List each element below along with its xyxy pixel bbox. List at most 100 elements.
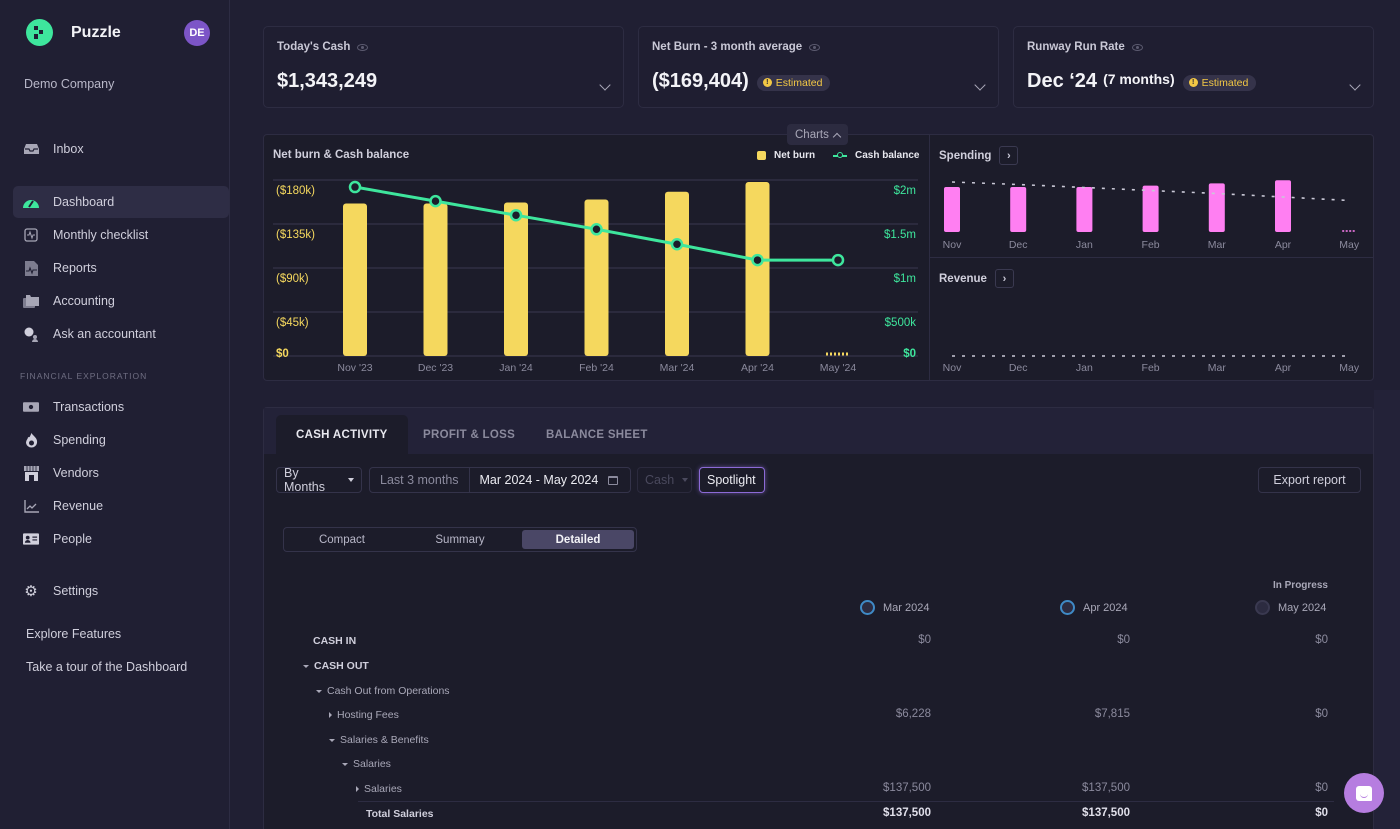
kpi-card-todays-cash[interactable]: Today's Cash $1,343,249 — [263, 26, 624, 108]
cash-balance-point — [831, 253, 845, 267]
net-burn-cash-chart[interactable]: $0 $0 ($45k) $500k ($90k) $1m ($135k) $1.5m ($18… — [263, 170, 929, 380]
revenue-chart-title: Revenue › — [939, 269, 1014, 288]
table-cell[interactable]: $137,500 — [811, 807, 931, 819]
column-header-apr[interactable]: Apr 2024 — [1060, 600, 1128, 615]
x-axis-tick: Apr — [1275, 239, 1292, 251]
tab-cash-activity[interactable]: CASH ACTIVITY — [276, 415, 408, 454]
chevron-down-icon[interactable] — [1349, 79, 1361, 91]
column-header-mar[interactable]: Mar 2024 — [860, 600, 929, 615]
table-cell[interactable]: $0 — [1010, 634, 1130, 646]
export-report-button[interactable]: Export report — [1258, 467, 1361, 493]
charts-toggle-button[interactable]: Charts — [787, 124, 848, 145]
group-by-select[interactable]: By Months — [276, 466, 362, 494]
brand[interactable]: Puzzle — [26, 19, 121, 46]
table-cell[interactable]: $7,815 — [1010, 708, 1130, 720]
range-value[interactable]: Mar 2024 - May 2024 — [470, 473, 599, 487]
table-cell[interactable]: $0 — [1208, 634, 1328, 646]
table-cell[interactable]: $0 — [1208, 782, 1328, 794]
sidebar-item-spending[interactable]: Spending — [13, 424, 229, 456]
net-burn-bar — [665, 191, 689, 356]
row-label[interactable]: Cash Out from Operations — [316, 685, 450, 697]
sidebar-item-settings[interactable]: ⚙ Settings — [13, 575, 229, 607]
caret-down-icon[interactable] — [303, 664, 309, 668]
sidebar-item-label: Ask an accountant — [53, 327, 156, 341]
table-cell[interactable]: $0 — [1208, 708, 1328, 720]
range-preset[interactable]: Last 3 months — [370, 468, 470, 492]
net-burn-bar — [584, 199, 609, 356]
sidebar-item-inbox[interactable]: Inbox — [13, 133, 229, 165]
basis-select[interactable]: Cash — [637, 467, 692, 493]
legend-cash-balance[interactable]: Cash balance — [833, 150, 919, 161]
row-label[interactable]: Salaries & Benefits — [329, 734, 429, 746]
explore-features-link[interactable]: Explore Features — [26, 627, 121, 641]
sidebar-item-dashboard[interactable]: Dashboard — [13, 186, 229, 218]
caret-down-icon[interactable] — [316, 689, 322, 693]
view-compact[interactable]: Compact — [286, 530, 398, 549]
table-cell[interactable]: $137,500 — [1010, 807, 1130, 819]
user-avatar[interactable]: DE — [184, 20, 210, 46]
support-chat-button[interactable] — [1344, 773, 1384, 813]
calendar-icon[interactable] — [608, 475, 619, 485]
left-axis-tick: ($45k) — [276, 317, 309, 329]
legend-net-burn[interactable]: Net burn — [757, 150, 815, 161]
total-divider — [358, 801, 1334, 802]
view-detailed[interactable]: Detailed — [522, 530, 634, 549]
row-label[interactable]: CASH OUT — [303, 660, 369, 672]
sidebar-item-monthly-checklist[interactable]: Monthly checklist — [13, 219, 229, 251]
x-axis-tick: Feb — [1142, 239, 1160, 251]
table-cell[interactable]: $137,500 — [811, 782, 931, 794]
kpi-card-net-burn[interactable]: Net Burn - 3 month average ($169,404) ! E… — [638, 26, 999, 108]
eye-icon[interactable] — [357, 43, 369, 51]
in-progress-label: In Progress — [1272, 580, 1328, 591]
x-axis-tick: Jan — [1076, 239, 1093, 251]
kpi-card-runway[interactable]: Runway Run Rate Dec ‘24 (7 months) ! Esti… — [1013, 26, 1374, 108]
table-cell[interactable]: $137,500 — [1010, 782, 1130, 794]
sidebar-item-ask-accountant[interactable]: Ask an accountant — [13, 318, 229, 350]
caret-right-icon[interactable] — [356, 786, 359, 792]
x-axis-tick: Feb — [1142, 362, 1160, 374]
x-axis-tick: Dec — [1009, 239, 1028, 251]
dashboard-tour-link[interactable]: Take a tour of the Dashboard — [26, 660, 187, 674]
sidebar-item-vendors[interactable]: Vendors — [13, 457, 229, 489]
eye-icon[interactable] — [809, 43, 821, 51]
table-cell[interactable]: $6,228 — [811, 708, 931, 720]
sidebar-item-reports[interactable]: Reports — [13, 252, 229, 284]
spending-bar — [1208, 183, 1225, 232]
right-axis-tick: $1.5m — [884, 229, 916, 241]
sidebar-item-people[interactable]: People — [13, 523, 229, 555]
date-range-picker[interactable]: Last 3 months Mar 2024 - May 2024 — [369, 467, 631, 493]
revenue-chart[interactable]: Nov Dec Jan Feb Mar Apr May — [930, 290, 1373, 380]
gear-icon: ⚙ — [24, 583, 38, 600]
company-name[interactable]: Demo Company — [24, 77, 114, 91]
spending-open-button[interactable]: › — [999, 146, 1019, 165]
eye-icon[interactable] — [1131, 43, 1143, 51]
sidebar-item-accounting[interactable]: Accounting — [13, 285, 229, 317]
sidebar-item-transactions[interactable]: Transactions — [13, 391, 229, 423]
caret-down-icon[interactable] — [329, 738, 335, 742]
table-cell[interactable]: $0 — [1208, 807, 1328, 819]
table-cell[interactable]: $0 — [811, 634, 931, 646]
left-axis-tick: ($90k) — [276, 273, 309, 285]
tab-profit-loss[interactable]: PROFIT & LOSS — [423, 415, 515, 454]
chevron-down-icon[interactable] — [974, 79, 986, 91]
view-summary[interactable]: Summary — [404, 530, 516, 549]
flame-icon — [23, 432, 39, 448]
caret-down-icon[interactable] — [342, 762, 348, 766]
chevron-down-icon[interactable] — [599, 79, 611, 91]
row-label[interactable]: Salaries — [342, 758, 391, 770]
kpi-title: Net Burn - 3 month average — [652, 41, 821, 53]
column-header-may[interactable]: May 2024 — [1255, 600, 1326, 615]
spotlight-button[interactable]: Spotlight — [699, 467, 765, 493]
spending-chart[interactable]: Nov Dec Jan Feb Mar Apr May — [930, 170, 1373, 256]
tab-balance-sheet[interactable]: BALANCE SHEET — [546, 415, 648, 454]
scrollbar[interactable] — [1374, 390, 1400, 829]
net-burn-bar — [423, 203, 448, 356]
sidebar-item-label: Reports — [53, 261, 97, 275]
sidebar-item-revenue[interactable]: Revenue — [13, 490, 229, 522]
caret-right-icon[interactable] — [329, 712, 332, 718]
row-label[interactable]: Hosting Fees — [329, 709, 399, 721]
spending-chart-title: Spending › — [939, 146, 1019, 165]
revenue-open-button[interactable]: › — [994, 269, 1014, 288]
row-label[interactable]: Salaries — [356, 783, 402, 795]
sidebar-item-label: Vendors — [53, 466, 99, 480]
